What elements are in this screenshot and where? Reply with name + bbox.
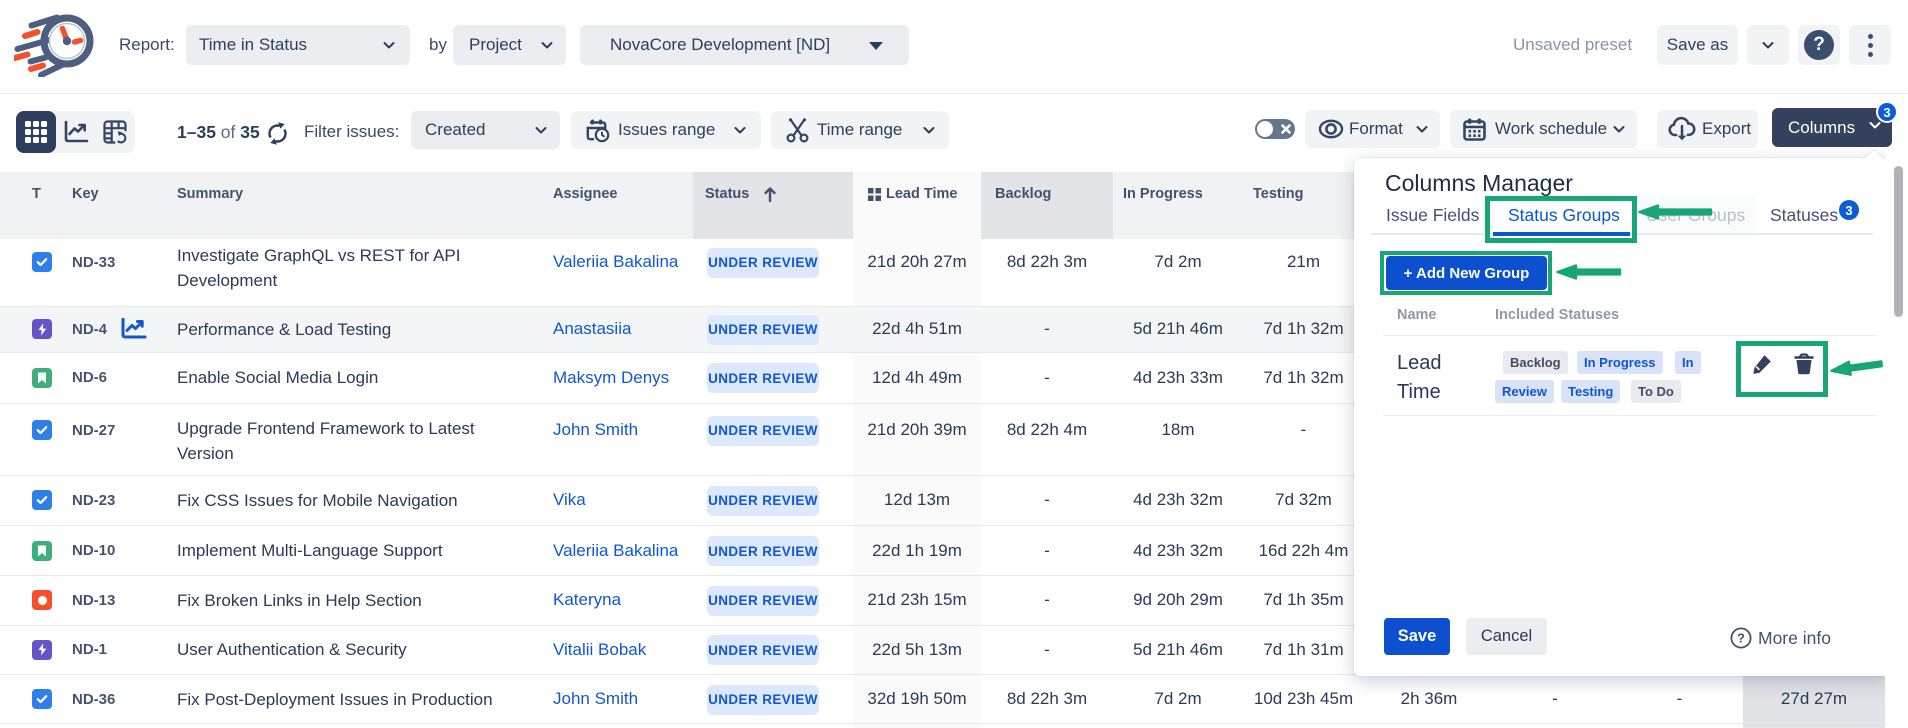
- svg-text:?: ?: [1737, 631, 1745, 646]
